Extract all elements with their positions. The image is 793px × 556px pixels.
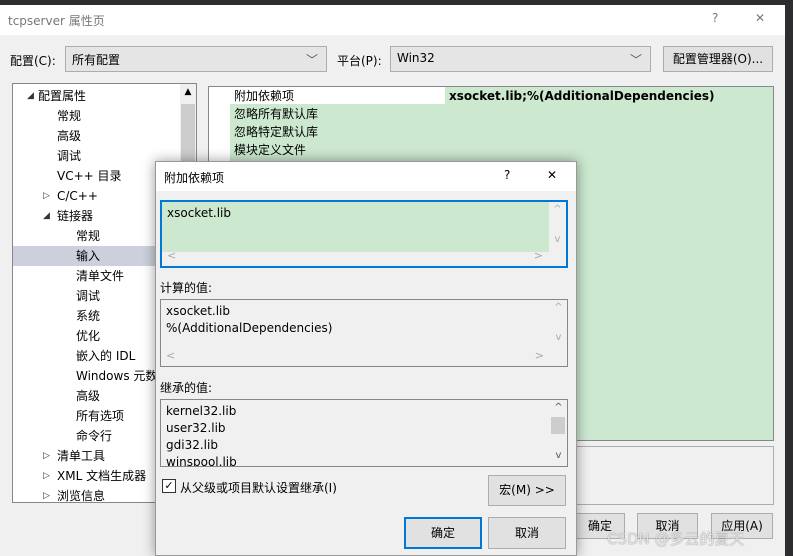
collapse-arrow-icon[interactable]: ◢: [43, 206, 50, 226]
tree-item-label: 系统: [76, 309, 101, 323]
tree-item-label: 嵌入的 IDL: [76, 349, 136, 363]
computed-line: xsocket.lib: [166, 304, 231, 318]
platform-dropdown[interactable]: Win32 ﹀: [390, 46, 651, 72]
macros-button[interactable]: 宏(M) >>: [488, 475, 566, 506]
property-name: 忽略特定默认库: [230, 123, 445, 140]
tree-item[interactable]: ◢ 配置属性: [13, 86, 183, 106]
tree-item-label: 链接器: [57, 209, 94, 223]
property-value[interactable]: [446, 141, 773, 158]
property-value[interactable]: xsocket.lib;%(AdditionalDependencies): [446, 87, 773, 104]
grid-row[interactable]: 忽略特定默认库: [209, 123, 773, 141]
tree-item-label: 输入: [76, 249, 101, 263]
watermark: CSDN @多云的夏天: [607, 530, 745, 548]
dependencies-text[interactable]: xsocket.lib: [162, 202, 549, 252]
computed-label: 计算的值:: [160, 281, 213, 295]
computed-line: %(AdditionalDependencies): [166, 321, 333, 335]
tree-item-label: 常规: [76, 229, 101, 243]
inherited-line: user32.lib: [166, 421, 226, 435]
property-value[interactable]: [446, 105, 773, 122]
config-label: 配置(C):: [10, 54, 56, 68]
tree-item-label: 配置属性: [38, 89, 87, 103]
inherited-label: 继承的值:: [160, 381, 213, 395]
scroll-up-icon[interactable]: ▲: [180, 84, 196, 97]
vertical-scrollbar[interactable]: ^ v: [550, 400, 567, 466]
chevron-down-icon: ﹀: [629, 53, 642, 67]
additional-dependencies-dialog: 附加依赖项 ? ✕ xsocket.lib < > ^ v 计算的值: xsocke…: [155, 161, 577, 556]
tree-item-label: 高级: [57, 129, 82, 143]
dialog-title: 附加依赖项: [164, 171, 225, 185]
property-value[interactable]: [446, 123, 773, 140]
tree-item-label: 清单文件: [76, 269, 125, 283]
dependencies-edit[interactable]: xsocket.lib < > ^ v: [160, 200, 568, 268]
tree-item-label: 浏览信息: [57, 489, 106, 503]
config-value: 所有配置: [72, 53, 121, 67]
dialog-cancel-button[interactable]: 取消: [488, 517, 566, 549]
tree-item-label: C/C++: [57, 189, 98, 203]
tree-item-label: XML 文档生成器: [57, 469, 147, 483]
tree-item-label: VC++ 目录: [57, 169, 122, 183]
tree-item-label: 命令行: [76, 429, 113, 443]
inherited-values: kernel32.lib user32.lib gdi32.lib winspool.…: [161, 400, 550, 466]
scroll-thumb[interactable]: [551, 417, 565, 434]
grid-row[interactable]: 模块定义文件: [209, 141, 773, 159]
inherited-line: gdi32.lib: [166, 438, 218, 452]
title-bar: tcpserver 属性页 ? ✕: [0, 5, 785, 35]
window-title: tcpserver 属性页: [8, 14, 105, 28]
inherited-values-box: kernel32.lib user32.lib gdi32.lib winspool.…: [160, 399, 568, 467]
tree-item-label: 调试: [76, 289, 101, 303]
computed-values-box: xsocket.lib %(AdditionalDependencies) < > …: [160, 299, 568, 367]
inherit-checkbox[interactable]: ✓: [162, 479, 176, 493]
vertical-scrollbar[interactable]: ^ v: [550, 300, 567, 366]
tree-item[interactable]: 高级: [13, 126, 183, 146]
tree-item-label: 调试: [57, 149, 82, 163]
inherited-line: winspool.lib: [166, 455, 237, 466]
horizontal-scrollbar[interactable]: < >: [161, 349, 550, 366]
tree-item-label: 所有选项: [76, 409, 125, 423]
tree-item[interactable]: 常规: [13, 106, 183, 126]
dialog-help-button[interactable]: ?: [504, 168, 510, 182]
property-name: 模块定义文件: [230, 141, 445, 158]
property-name: 忽略所有默认库: [230, 105, 445, 122]
dialog-ok-button[interactable]: 确定: [404, 517, 482, 549]
tree-item-label: 优化: [76, 329, 101, 343]
expand-arrow-icon[interactable]: ▷: [43, 186, 50, 206]
tree-item-label: 常规: [57, 109, 82, 123]
expand-arrow-icon[interactable]: ▷: [43, 466, 50, 486]
grid-row[interactable]: 忽略所有默认库: [209, 105, 773, 123]
config-dropdown[interactable]: 所有配置 ﹀: [65, 46, 327, 72]
grid-row[interactable]: 附加依赖项 xsocket.lib;%(AdditionalDependencie…: [209, 87, 773, 105]
platform-value: Win32: [397, 51, 435, 65]
inherited-line: kernel32.lib: [166, 404, 237, 418]
property-name: 附加依赖项: [230, 87, 445, 104]
help-button[interactable]: ?: [712, 11, 718, 25]
config-manager-button[interactable]: 配置管理器(O)...: [663, 46, 773, 72]
expand-arrow-icon[interactable]: ▷: [43, 486, 50, 502]
vertical-scrollbar[interactable]: ^ v: [549, 202, 566, 266]
dialog-close-icon[interactable]: ✕: [547, 168, 557, 182]
tree-item-label: 清单工具: [57, 449, 106, 463]
horizontal-scrollbar[interactable]: < >: [162, 249, 549, 266]
inherit-checkbox-label[interactable]: 从父级或项目默认设置继承(I): [180, 479, 337, 496]
collapse-arrow-icon[interactable]: ◢: [27, 86, 34, 106]
tree-item-label: 高级: [76, 389, 101, 403]
expand-arrow-icon[interactable]: ▷: [43, 446, 50, 466]
computed-values: xsocket.lib %(AdditionalDependencies): [161, 300, 550, 350]
chevron-down-icon: ﹀: [305, 53, 318, 67]
dialog-title-bar: 附加依赖项 ? ✕: [156, 162, 576, 191]
close-icon[interactable]: ✕: [755, 11, 765, 25]
platform-label: 平台(P):: [337, 54, 382, 68]
